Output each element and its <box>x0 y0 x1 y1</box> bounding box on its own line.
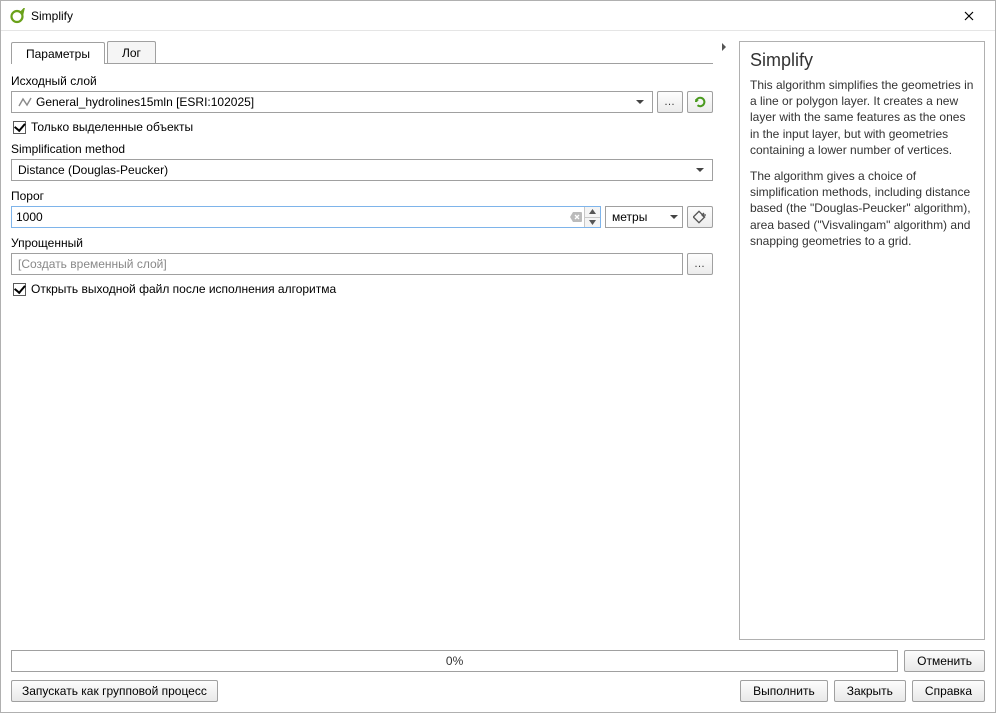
cancel-button[interactable]: Отменить <box>904 650 985 672</box>
progress-row: 0% Отменить <box>11 650 985 672</box>
collapse-help-button[interactable] <box>719 41 733 640</box>
method-row: Distance (Douglas-Peucker) <box>11 159 713 181</box>
method-label: Simplification method <box>11 142 713 156</box>
selected-only-checkbox[interactable] <box>13 121 26 134</box>
browse-layer-button[interactable]: … <box>657 91 683 113</box>
iterate-button[interactable] <box>687 91 713 113</box>
output-browse-button[interactable]: … <box>687 253 713 275</box>
input-layer-label: Исходный слой <box>11 74 713 88</box>
dialog-body: Параметры Лог Исходный слой General_hydr… <box>1 31 995 712</box>
chevron-down-icon <box>670 210 678 224</box>
output-placeholder: [Создать временный слой] <box>18 257 167 271</box>
input-layer-row: General_hydrolines15mln [ESRI:102025] … <box>11 91 713 113</box>
window-title: Simplify <box>31 9 949 23</box>
close-icon[interactable] <box>949 2 989 30</box>
tab-parameters[interactable]: Параметры <box>11 42 105 64</box>
progress-bar: 0% <box>11 650 898 672</box>
open-after-label: Открыть выходной файл после исполнения а… <box>31 282 336 296</box>
line-layer-icon <box>18 95 32 109</box>
selected-only-row[interactable]: Только выделенные объекты <box>13 120 713 134</box>
unit-value: метры <box>612 210 670 224</box>
data-defined-override-button[interactable] <box>687 206 713 228</box>
left-pane: Параметры Лог Исходный слой General_hydr… <box>11 41 713 640</box>
clear-icon[interactable] <box>568 212 584 222</box>
spin-arrows <box>584 207 600 227</box>
threshold-spinbox[interactable] <box>11 206 601 228</box>
dialog-window: Simplify Параметры Лог Исходный слой <box>0 0 996 713</box>
app-icon <box>9 8 25 24</box>
output-layer-input[interactable]: [Создать временный слой] <box>11 253 683 275</box>
chevron-down-icon <box>632 98 648 106</box>
tab-content-parameters: Исходный слой General_hydrolines15mln [E… <box>11 64 713 640</box>
input-layer-value: General_hydrolines15mln [ESRI:102025] <box>36 95 632 109</box>
method-value: Distance (Douglas-Peucker) <box>18 163 692 177</box>
input-layer-combo[interactable]: General_hydrolines15mln [ESRI:102025] <box>11 91 653 113</box>
help-paragraph-2: The algorithm gives a choice of simplifi… <box>750 168 974 249</box>
help-button[interactable]: Справка <box>912 680 985 702</box>
method-combo[interactable]: Distance (Douglas-Peucker) <box>11 159 713 181</box>
help-title: Simplify <box>750 50 974 71</box>
titlebar: Simplify <box>1 1 995 31</box>
chevron-down-icon <box>692 166 708 174</box>
threshold-input[interactable] <box>12 207 568 227</box>
spin-down-button[interactable] <box>585 218 600 228</box>
help-paragraph-1: This algorithm simplifies the geometries… <box>750 77 974 158</box>
close-button[interactable]: Закрыть <box>834 680 906 702</box>
open-after-checkbox[interactable] <box>13 283 26 296</box>
threshold-row: метры <box>11 206 713 228</box>
open-after-row[interactable]: Открыть выходной файл после исполнения а… <box>13 282 713 296</box>
tab-log[interactable]: Лог <box>107 41 156 63</box>
spin-up-button[interactable] <box>585 207 600 218</box>
output-label: Упрощенный <box>11 236 713 250</box>
batch-process-button[interactable]: Запускать как групповой процесс <box>11 680 218 702</box>
tabs-bar: Параметры Лог <box>11 41 713 64</box>
unit-combo[interactable]: метры <box>605 206 683 228</box>
selected-only-label: Только выделенные объекты <box>31 120 193 134</box>
bottom-row: Запускать как групповой процесс Выполнит… <box>11 680 985 702</box>
main-split: Параметры Лог Исходный слой General_hydr… <box>11 41 985 640</box>
help-pane: Simplify This algorithm simplifies the g… <box>739 41 985 640</box>
output-row: [Создать временный слой] … <box>11 253 713 275</box>
run-button[interactable]: Выполнить <box>740 680 828 702</box>
right-buttons: Выполнить Закрыть Справка <box>740 680 985 702</box>
progress-text: 0% <box>446 654 463 668</box>
threshold-label: Порог <box>11 189 713 203</box>
